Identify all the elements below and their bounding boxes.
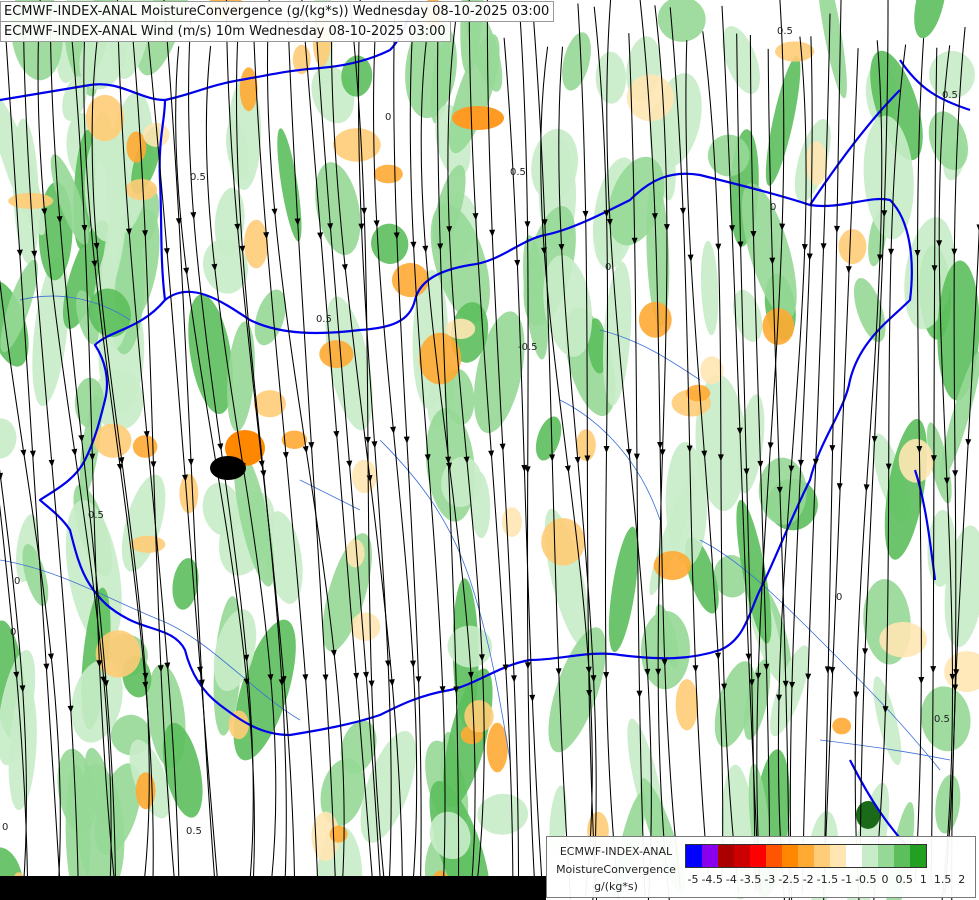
divergence-patch — [239, 67, 258, 112]
divergence-patch — [775, 41, 815, 62]
divergence-core — [452, 106, 504, 130]
legend-tick: -4 — [725, 873, 737, 886]
contour-label: 0.5 — [316, 314, 332, 325]
color-legend: ECMWF-INDEX-ANAL MoistureConvergence g/(… — [546, 836, 976, 898]
divergence-patch — [501, 507, 522, 537]
contour-label: 0.5 — [942, 90, 958, 101]
legend-swatch — [718, 845, 734, 867]
divergence-patch — [638, 301, 672, 338]
legend-tick: -2 — [802, 873, 814, 886]
divergence-patch — [838, 229, 867, 265]
contour-label: 0 — [836, 592, 842, 603]
contour-label: -0.5 — [518, 342, 538, 353]
legend-tick: 1.5 — [933, 873, 952, 886]
legend-tick: -0.5 — [855, 873, 877, 886]
contour-label: 0 — [2, 822, 8, 833]
legend-swatch — [910, 845, 926, 867]
legend-tick: -1 — [841, 873, 853, 886]
legend-swatch — [846, 845, 862, 867]
divergence-patch — [626, 74, 674, 122]
legend-model: ECMWF-INDEX-ANAL — [559, 845, 673, 858]
legend-tick: -4.5 — [701, 873, 723, 886]
legend-swatch — [894, 845, 910, 867]
contour-label: 0 — [605, 262, 611, 273]
divergence-patch — [391, 262, 429, 298]
legend-swatch — [734, 845, 750, 867]
divergence-patch — [244, 219, 269, 269]
contour-label: 0.5 — [88, 510, 104, 521]
legend-color-bar — [685, 844, 927, 868]
map-title-moisture: ECMWF-INDEX-ANAL MoistureConvergence (g/… — [0, 1, 555, 22]
divergence-patch — [464, 700, 494, 733]
legend-swatch — [862, 845, 878, 867]
legend-tick: -1.5 — [816, 873, 839, 886]
divergence-patch — [805, 141, 828, 186]
contour-label: 0 — [10, 627, 16, 638]
legend-swatch — [686, 845, 702, 867]
contour-label: 0 — [385, 112, 391, 123]
contour-label: 0.5 — [186, 826, 202, 837]
divergence-patch — [94, 423, 132, 458]
contour-label: 0.5 — [510, 167, 526, 178]
legend-swatch — [702, 845, 718, 867]
legend-swatch — [782, 845, 798, 867]
legend-variable: MoistureConvergence — [556, 863, 676, 876]
legend-tick: -5 — [687, 873, 699, 886]
legend-swatch — [766, 845, 782, 867]
contour-label: 0.5 — [190, 172, 206, 183]
legend-swatch — [798, 845, 814, 867]
legend-tick: -3.5 — [739, 873, 762, 886]
legend-swatch — [878, 845, 894, 867]
legend-tick: 2 — [958, 873, 966, 886]
divergence-patch — [125, 179, 158, 201]
weather-map: 0.5 0.5 0.5 0.5 0.5 0.5 0.5 0.5 0 0 0 0 … — [0, 0, 979, 900]
legend-swatch — [750, 845, 766, 867]
legend-tick-labels: -5 -4.5 -4 -3.5 -3 -2.5 -2 -1.5 -1 -0.5 0 0.5 1 1.5 2 — [685, 873, 975, 889]
contour-label: 0.5 — [777, 26, 793, 37]
map-title-wind: ECMWF-INDEX-ANAL Wind (m/s) 10m Wednesda… — [0, 21, 451, 42]
contour-label: 0 — [14, 576, 20, 587]
divergence-patch — [373, 164, 403, 184]
bottom-black-strip — [0, 876, 546, 900]
divergence-patch — [130, 535, 166, 553]
legend-tick: 1 — [919, 873, 927, 886]
divergence-patch — [832, 717, 852, 735]
legend-tick: -3 — [764, 873, 776, 886]
legend-tick: 0 — [881, 873, 889, 886]
divergence-patch — [675, 679, 699, 731]
divergence-patch — [345, 539, 365, 568]
divergence-patch — [319, 340, 354, 369]
legend-swatch — [830, 845, 846, 867]
divergence-patch — [132, 435, 158, 458]
divergence-patch — [350, 612, 381, 641]
divergence-patch — [329, 825, 348, 843]
contour-label: 0.5 — [934, 714, 950, 725]
legend-swatch — [814, 845, 830, 867]
divergence-patch — [418, 332, 462, 385]
divergence-patch — [179, 474, 199, 514]
legend-unit: g/(kg*s) — [594, 880, 638, 893]
divergence-patch — [685, 384, 711, 402]
divergence-patch — [445, 318, 476, 339]
legend-tick: -2.5 — [778, 873, 800, 886]
legend-tick: 0.5 — [895, 873, 913, 886]
contour-label: 0 — [770, 202, 776, 213]
divergence-patch — [352, 459, 377, 494]
